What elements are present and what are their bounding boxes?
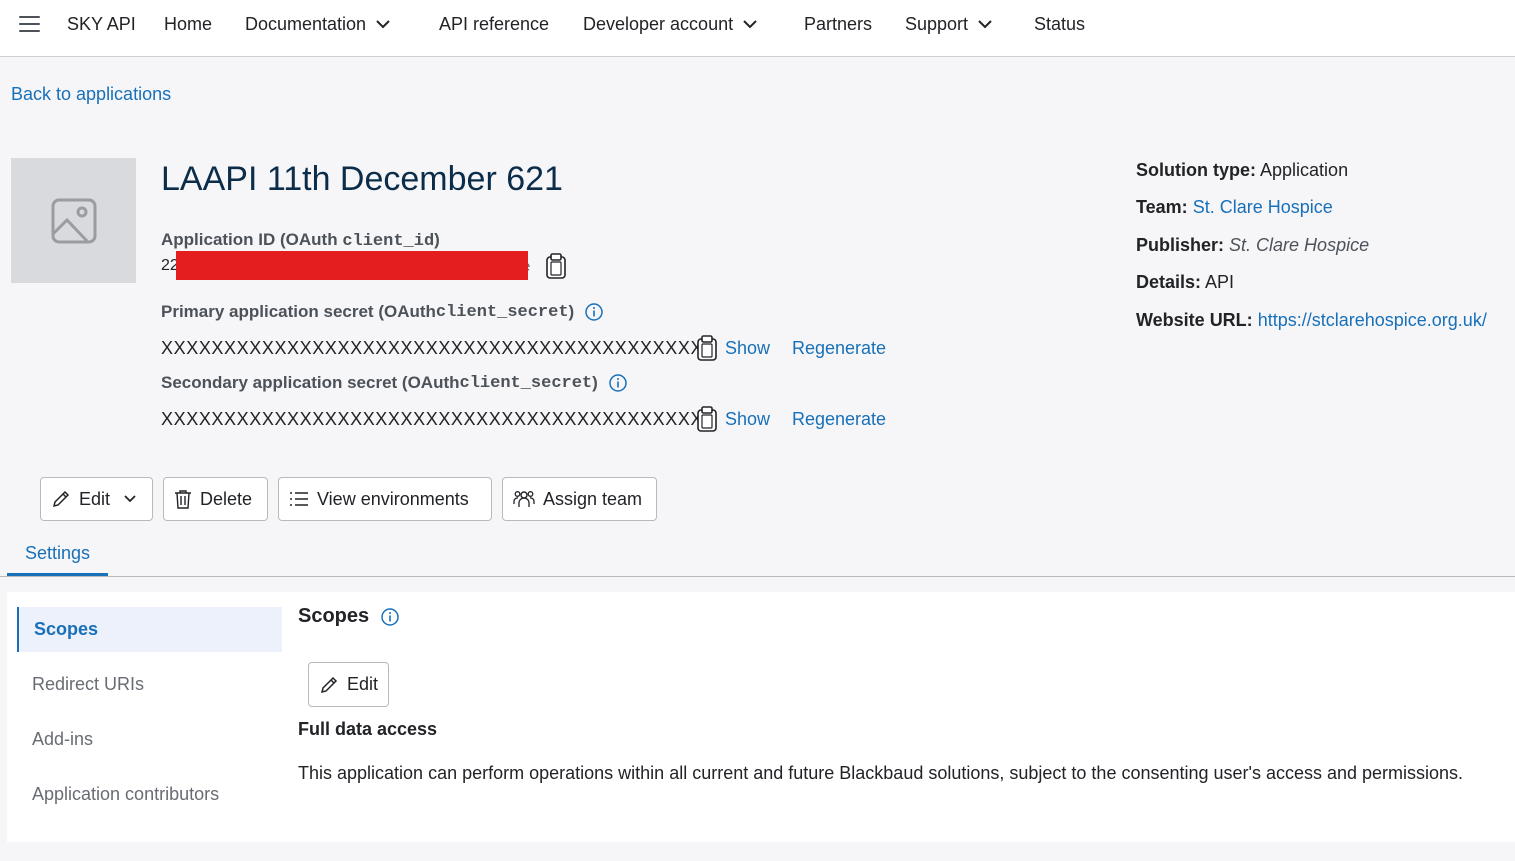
info-icon[interactable] [609,374,627,392]
page-title: LAAPI 11th December 621 [161,160,563,198]
website-row: Website URL: https://stclarehospice.org.… [1136,310,1487,330]
nav-partners[interactable]: Partners [804,14,872,35]
pencil-icon [52,490,70,508]
people-icon [513,491,535,507]
settings-side-nav: Scopes Redirect URIs Add-ins Application… [7,592,284,842]
application-id-label: Application ID (OAuth client_id) [161,230,440,251]
primary-secret-label: Primary application secret (OAuth client… [161,302,603,322]
full-data-access-description: This application can perform operations … [298,763,1464,783]
chevron-down-icon [978,20,992,29]
team-row: Team: St. Clare Hospice [1136,197,1333,217]
side-nav-scopes[interactable]: Scopes [17,607,282,652]
back-to-applications-link[interactable]: Back to applications [11,84,171,105]
side-nav-redirect-uris[interactable]: Redirect URIs [17,662,282,707]
tab-divider [0,576,1515,577]
image-icon [51,198,96,243]
chevron-down-icon [124,495,136,503]
regenerate-primary-secret-link[interactable]: Regenerate [792,338,886,359]
brand-link[interactable]: SKY API [67,14,136,35]
copy-secondary-secret-icon[interactable] [696,406,718,432]
nav-api-reference[interactable]: API reference [439,14,549,35]
copy-id-icon[interactable] [545,253,567,279]
show-secondary-secret-link[interactable]: Show [725,409,770,430]
solution-type-row: Solution type: Application [1136,160,1349,180]
chevron-down-icon [743,20,757,29]
nav-home[interactable]: Home [164,14,212,35]
publisher-row: Publisher: St. Clare Hospice [1136,235,1370,255]
secondary-secret-value: XXXXXXXXXXXXXXXXXXXXXXXXXXXXXXXXXXXXXXXX… [161,409,716,429]
redaction-bar [176,251,528,280]
delete-button[interactable]: Delete [163,477,268,521]
nav-status[interactable]: Status [1034,14,1085,35]
copy-primary-secret-icon[interactable] [696,335,718,361]
scopes-panel [283,592,1515,842]
nav-documentation[interactable]: Documentation [245,14,390,35]
top-navigation: SKY API Home Documentation API reference… [0,0,1515,57]
primary-secret-value: XXXXXXXXXXXXXXXXXXXXXXXXXXXXXXXXXXXXXXXX… [161,338,716,358]
side-nav-add-ins[interactable]: Add-ins [17,717,282,762]
view-environments-button[interactable]: View environments [278,477,492,521]
menu-icon[interactable] [19,16,40,34]
info-icon[interactable] [381,607,399,626]
info-icon[interactable] [585,303,603,321]
app-image-placeholder [11,158,136,283]
nav-support[interactable]: Support [905,14,992,35]
full-data-access-title: Full data access [298,719,438,739]
show-primary-secret-link[interactable]: Show [725,338,770,359]
edit-scopes-button[interactable]: Edit [308,662,390,707]
regenerate-secondary-secret-link[interactable]: Regenerate [792,409,886,430]
chevron-down-icon [376,20,390,29]
trash-icon [175,490,191,509]
secondary-secret-label: Secondary application secret (OAuth clie… [161,373,627,393]
pencil-icon [320,676,338,693]
website-link[interactable]: https://stclarehospice.org.uk/ [1258,310,1487,330]
scopes-heading: Scopes [298,605,399,628]
nav-developer-account[interactable]: Developer account [583,14,757,35]
team-link[interactable]: St. Clare Hospice [1193,197,1333,217]
list-icon [290,492,308,506]
side-nav-application-contributors[interactable]: Application contributors [17,772,282,817]
edit-dropdown-button[interactable]: Edit [40,477,153,521]
assign-team-button[interactable]: Assign team [502,477,657,521]
tab-settings[interactable]: Settings [7,543,108,576]
details-row: Details: API [1136,272,1235,292]
